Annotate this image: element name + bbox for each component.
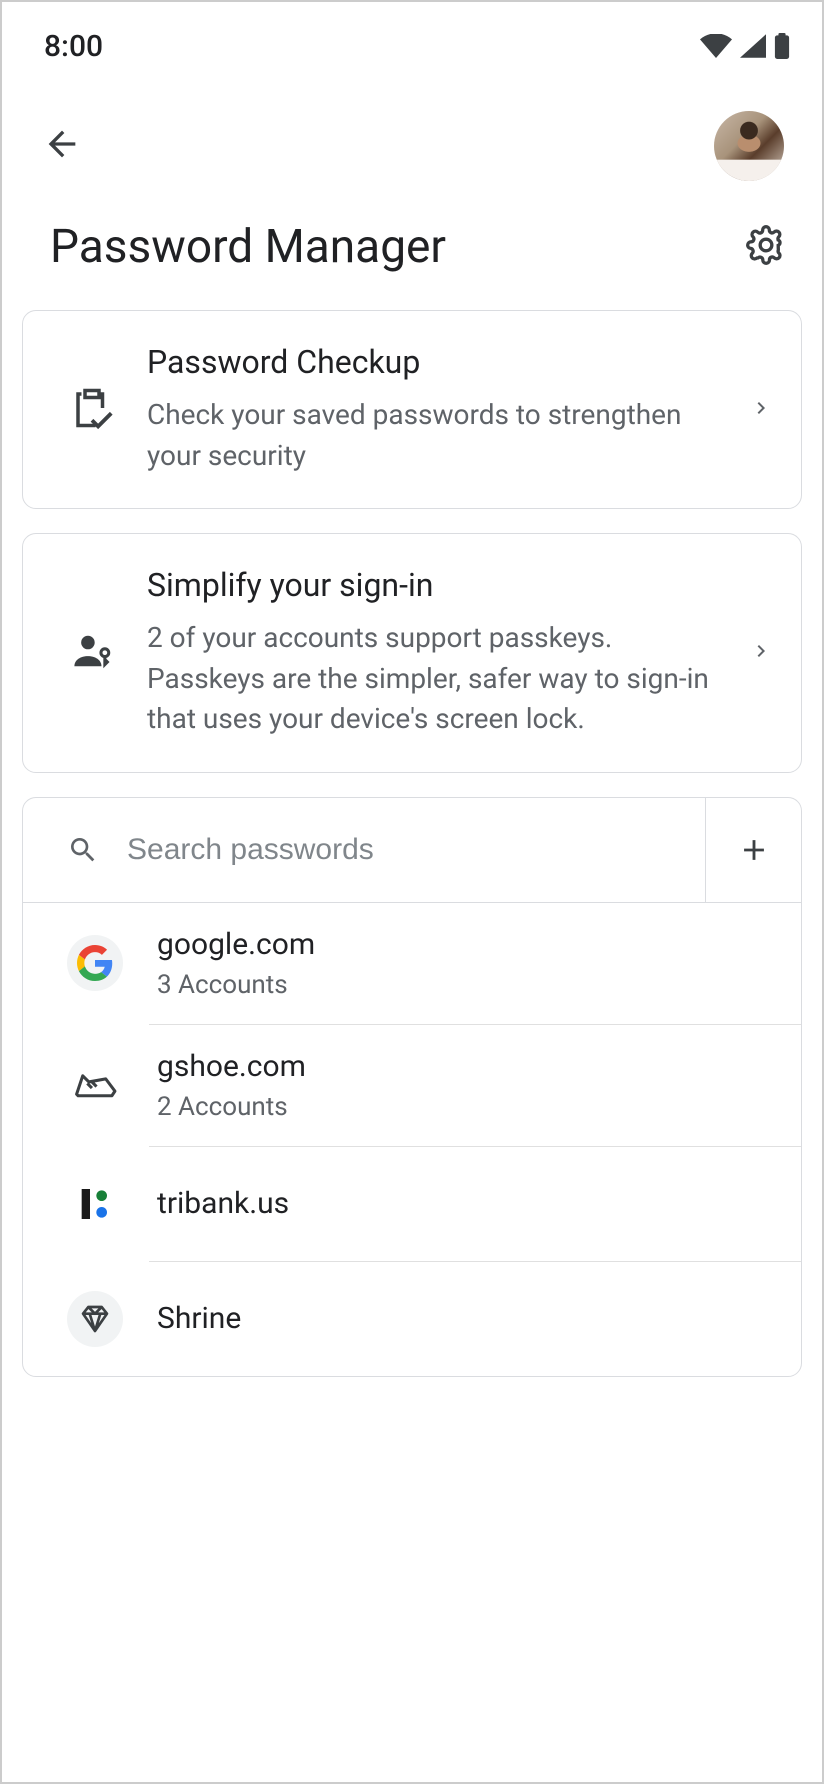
top-bar [2,72,822,192]
search-icon [67,834,99,866]
arrow-left-icon [42,124,82,164]
password-item-gshoe[interactable]: gshoe.com 2 Accounts [23,1025,801,1146]
password-list: google.com 3 Accounts gshoe.com 2 Accoun… [23,902,801,1376]
back-button[interactable] [42,124,82,168]
status-bar: 8:00 [2,2,822,72]
shoe-icon [72,1068,118,1102]
password-list-card: google.com 3 Accounts gshoe.com 2 Accoun… [22,797,802,1377]
site-name: tribank.us [157,1186,781,1221]
clipboard-check-icon [71,385,113,431]
battery-icon [774,33,790,59]
passkeys-desc: 2 of your accounts support passkeys. Pas… [147,618,719,740]
page-title: Password Manager [50,220,446,274]
person-key-icon [71,631,115,671]
cellular-icon [740,34,766,58]
password-item-shrine[interactable]: Shrine [23,1262,801,1376]
passkeys-title: Simplify your sign-in [147,566,719,604]
profile-avatar[interactable] [714,111,784,181]
plus-icon [737,833,771,867]
search-row [23,798,801,902]
status-time: 8:00 [44,29,103,64]
passkeys-card[interactable]: Simplify your sign-in 2 of your accounts… [22,533,802,773]
chevron-right-icon [749,639,773,663]
checkup-title: Password Checkup [147,343,719,381]
wifi-icon [700,34,732,58]
password-item-google[interactable]: google.com 3 Accounts [23,903,801,1024]
site-name: google.com [157,927,781,962]
settings-button[interactable] [746,225,786,269]
gear-icon [746,225,786,265]
account-count: 3 Accounts [157,970,781,1000]
site-name: Shrine [157,1301,781,1336]
diamond-icon [79,1303,111,1335]
password-item-tribank[interactable]: tribank.us [23,1147,801,1261]
chevron-right-icon [749,396,773,420]
google-icon [77,945,113,981]
search-input[interactable] [127,833,705,867]
title-row: Password Manager [2,192,822,310]
status-icons [700,33,790,59]
tribank-icon [75,1184,115,1224]
add-password-button[interactable] [705,798,801,902]
site-name: gshoe.com [157,1049,781,1084]
checkup-desc: Check your saved passwords to strengthen… [147,395,719,476]
password-checkup-card[interactable]: Password Checkup Check your saved passwo… [22,310,802,509]
account-count: 2 Accounts [157,1092,781,1122]
search-box[interactable] [23,798,705,902]
